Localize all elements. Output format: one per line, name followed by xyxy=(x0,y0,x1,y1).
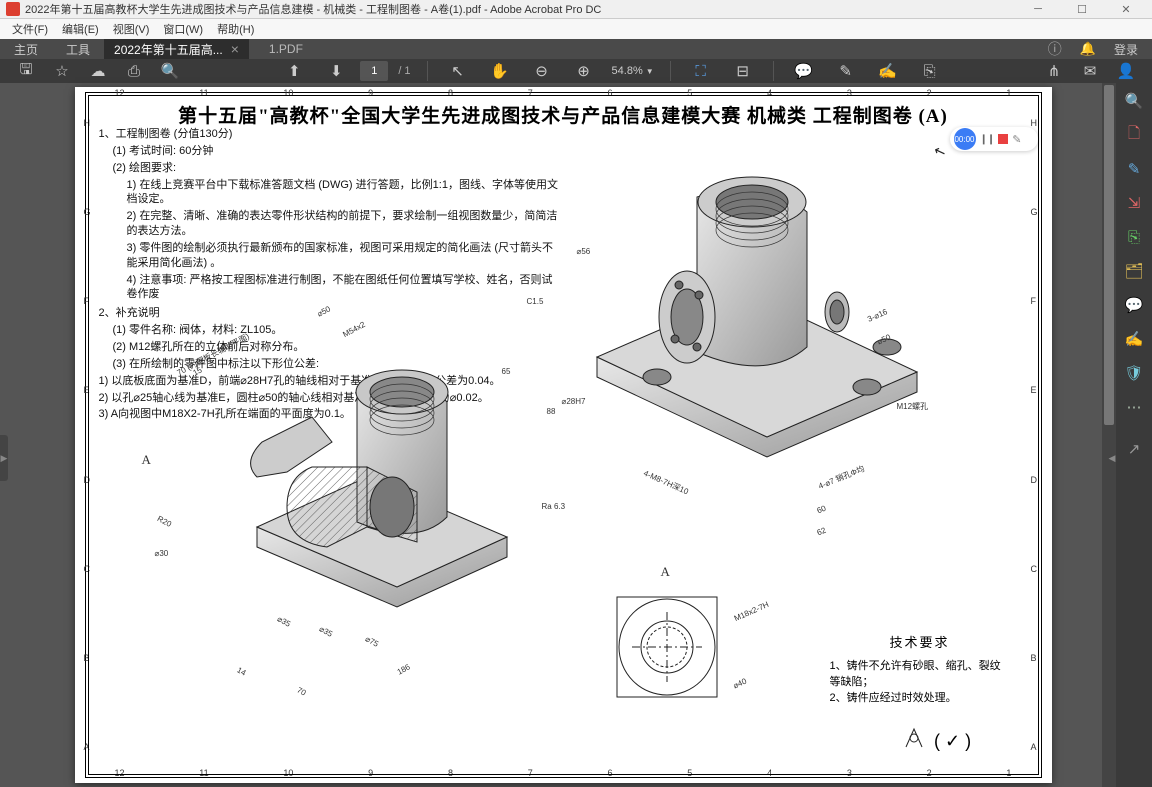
export-pdf-icon[interactable]: ⇲ xyxy=(1124,193,1144,213)
print-icon[interactable]: ⎙ xyxy=(122,59,146,83)
login-button[interactable]: 登录 xyxy=(1114,41,1138,58)
zoom-level-dropdown[interactable]: 54.8%▼ xyxy=(612,65,654,77)
dim-d5: C1.5 xyxy=(527,297,544,306)
hand-tool-icon[interactable]: ✋ xyxy=(488,59,512,83)
dim-d24: Ra 6.3 xyxy=(542,502,566,511)
arrow-a-label: A xyxy=(142,452,151,468)
dim-d16: R20 xyxy=(155,514,172,529)
star-icon[interactable]: ☆ xyxy=(50,59,74,83)
right-panel-toggle[interactable]: ◀ xyxy=(1108,435,1116,481)
dim-d14: ⌀75 xyxy=(363,634,379,648)
combine-files-icon[interactable]: 🗂 xyxy=(1124,261,1144,281)
maximize-button[interactable]: ☐ xyxy=(1062,0,1102,18)
technical-requirements: 技术要求 1、铸件不允许有砂眼、缩孔、裂纹等缺陷； 2、铸件应经过时效处理。 xyxy=(830,632,1010,705)
more-tools-icon[interactable]: ⋯ xyxy=(1124,397,1144,417)
menu-edit[interactable]: 编辑(E) xyxy=(56,19,105,39)
dim-d8: M12螺孔 xyxy=(897,401,929,412)
svg-text:( ✓ ): ( ✓ ) xyxy=(934,731,971,751)
recording-timer-overlay[interactable]: 00:00 ❙❙ ✎ xyxy=(950,127,1038,151)
page-total-label: / 1 xyxy=(398,65,410,77)
account-icon[interactable]: 👤 xyxy=(1114,59,1138,83)
fit-page-icon[interactable]: ⊟ xyxy=(731,59,755,83)
dim-d11: ⌀30 xyxy=(155,549,169,558)
tab-bar: 主页 工具 2022年第十五届高... × 1.PDF ⓘ 🔔 登录 xyxy=(0,39,1152,59)
fill-sign-icon[interactable]: ✍ xyxy=(1124,329,1144,349)
detail-view-a xyxy=(597,577,737,717)
edit-pdf-icon[interactable]: ✎ xyxy=(1124,159,1144,179)
tab-tools[interactable]: 工具 xyxy=(52,39,104,59)
pause-icon[interactable]: ❙❙ xyxy=(980,134,995,145)
tab-close-icon[interactable]: × xyxy=(231,41,239,57)
sign-icon[interactable]: ✍ xyxy=(876,59,900,83)
dim-d2: M54x2 xyxy=(341,320,366,339)
engineering-drawing: ⌀50 M54x2 15 70 (为配板长辅助平面) R20 ⌀30 ⌀35 ⌀… xyxy=(97,317,1030,765)
tab-home[interactable]: 主页 xyxy=(0,39,52,59)
window-title: 2022年第十五届高教杯大学生先进成图技术与产品信息建模 - 机械类 - 工程制… xyxy=(25,1,1018,17)
tools-panel: 🔍 🗋 ✎ ⇲ ⎘ 🗂 💬 ✍ 🛡 ⋯ ↗ xyxy=(1116,83,1152,787)
save-icon[interactable]: 🖫 xyxy=(14,59,38,83)
menu-bar: 文件(F) 编辑(E) 视图(V) 窗口(W) 帮助(H) xyxy=(0,19,1152,39)
dim-d28: 62 xyxy=(815,526,827,538)
search-tool-icon[interactable]: 🔍 xyxy=(1124,91,1144,111)
dim-d18: 65 xyxy=(502,367,511,376)
tab-document-active[interactable]: 2022年第十五届高... × xyxy=(104,39,249,59)
create-pdf-icon[interactable]: 🗋 xyxy=(1124,125,1144,145)
page-number-input[interactable] xyxy=(360,61,388,81)
cloud-icon[interactable]: ☁ xyxy=(86,59,110,83)
toolbar: 🖫 ☆ ☁ ⎙ 🔍 ⬆ ⬇ / 1 ↖ ✋ ⊖ ⊕ 54.8%▼ ⛶ ⊟ 💬 ✎… xyxy=(0,59,1152,83)
dim-d26: M18x2-7H xyxy=(732,600,769,623)
dim-d20: 186 xyxy=(395,662,411,676)
tab-document-label: 2022年第十五届高... xyxy=(114,41,223,58)
menu-window[interactable]: 窗口(W) xyxy=(157,19,209,39)
pdf-page: 121110987654321 121110987654321 HGFEDCBA… xyxy=(75,87,1052,783)
menu-view[interactable]: 视图(V) xyxy=(107,19,156,39)
stop-icon[interactable] xyxy=(998,134,1008,144)
protect-icon[interactable]: 🛡 xyxy=(1124,363,1144,383)
menu-file[interactable]: 文件(F) xyxy=(6,19,54,39)
page-up-icon[interactable]: ⬆ xyxy=(282,59,306,83)
annotate-icon[interactable]: ✎ xyxy=(1012,133,1021,146)
select-tool-icon[interactable]: ↖ xyxy=(446,59,470,83)
comment-icon[interactable]: 💬 xyxy=(792,59,816,83)
dim-d22: 70 xyxy=(295,685,307,697)
stamp-icon[interactable]: ⎘ xyxy=(918,59,942,83)
fit-width-icon[interactable]: ⛶ xyxy=(689,59,713,83)
organize-pages-icon[interactable]: ⎘ xyxy=(1124,227,1144,247)
surface-finish-symbol: ( ✓ ) xyxy=(900,721,1000,755)
close-window-button[interactable]: ✕ xyxy=(1106,0,1146,18)
notifications-icon[interactable]: 🔔 xyxy=(1080,41,1096,57)
menu-help[interactable]: 帮助(H) xyxy=(211,19,260,39)
content-area: ▶ 121110987654321 121110987654321 HGFEDC… xyxy=(0,83,1152,787)
dim-d23: 88 xyxy=(547,407,556,416)
acrobat-app-icon xyxy=(6,2,20,16)
dim-d3: ⌀56 xyxy=(577,247,591,256)
search-icon[interactable]: 🔍 xyxy=(158,59,182,83)
send-icon[interactable]: ✉ xyxy=(1078,59,1102,83)
left-panel-toggle[interactable]: ▶ xyxy=(0,435,8,481)
tab-document-inactive[interactable]: 1.PDF xyxy=(249,42,323,56)
comment-tool-icon[interactable]: 💬 xyxy=(1124,295,1144,315)
document-title: 第十五届"高教杯"全国大学生先进成图技术与产品信息建模大赛 机械类 工程制图卷 … xyxy=(75,101,1052,128)
share-icon[interactable]: ⋔ xyxy=(1042,59,1066,83)
scrollbar-thumb[interactable] xyxy=(1104,85,1114,425)
dim-d27: 60 xyxy=(815,504,827,516)
isometric-view-right xyxy=(567,167,937,477)
zoom-in-icon[interactable]: ⊕ xyxy=(572,59,596,83)
dim-d21: 14 xyxy=(235,665,247,677)
zoom-out-icon[interactable]: ⊖ xyxy=(530,59,554,83)
window-title-bar: 2022年第十五届高教杯大学生先进成图技术与产品信息建模 - 机械类 - 工程制… xyxy=(0,0,1152,19)
minimize-button[interactable]: ─ xyxy=(1018,0,1058,18)
highlight-icon[interactable]: ✎ xyxy=(834,59,858,83)
page-down-icon[interactable]: ⬇ xyxy=(324,59,348,83)
left-nav-rail: ▶ xyxy=(0,83,10,787)
isometric-view-left xyxy=(217,347,527,627)
timer-badge: 00:00 xyxy=(954,128,976,150)
dim-d4: ⌀28H7 xyxy=(562,397,586,406)
document-viewport[interactable]: 121110987654321 121110987654321 HGFEDCBA… xyxy=(10,83,1116,787)
help-icon[interactable]: ⓘ xyxy=(1048,39,1062,59)
send-feedback-icon[interactable]: ↗ xyxy=(1124,439,1144,459)
